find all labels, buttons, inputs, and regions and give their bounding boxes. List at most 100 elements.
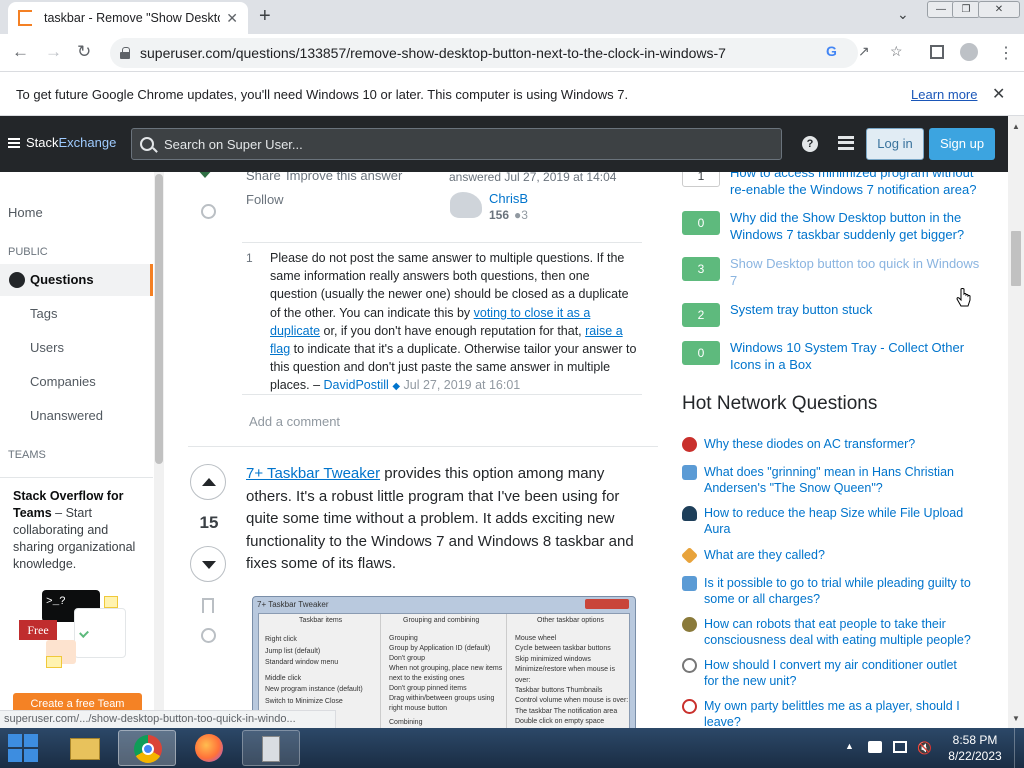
nav-companies[interactable]: Companies	[30, 374, 96, 389]
infobar-close-icon[interactable]: ✕	[992, 84, 1005, 104]
related-question-link[interactable]: Show Desktop button too quick in Windows…	[730, 255, 980, 289]
law-site-icon	[682, 576, 697, 591]
signup-button[interactable]: Sign up	[929, 128, 995, 160]
sidebar-scrollbar[interactable]	[154, 172, 164, 728]
tweaker-col2-item: Don't group pinned items	[389, 685, 467, 692]
lock-icon[interactable]	[120, 47, 130, 59]
minimize-window-button[interactable]: —	[927, 1, 955, 18]
scroll-down-icon[interactable]: ▼	[1012, 714, 1020, 723]
related-answer-count: 0	[682, 211, 720, 235]
answer-divider	[188, 446, 658, 447]
firefox-icon	[195, 734, 223, 762]
accepted-vote-arrow-icon[interactable]	[196, 172, 214, 178]
nav-tags[interactable]: Tags	[30, 306, 57, 321]
answer-body: 7+ Taskbar Tweaker provides this option …	[246, 463, 646, 576]
hnq-link[interactable]: How can robots that eat people to take t…	[704, 616, 974, 648]
taskbar-clock[interactable]: 8:58 PM 8/22/2023	[940, 732, 1010, 764]
forward-button[interactable]: →	[45, 42, 62, 62]
improve-answer-link[interactable]: Improve this answer	[286, 172, 402, 183]
site-switcher-icon[interactable]	[838, 136, 854, 150]
downvote-arrow-icon	[202, 561, 216, 569]
history-icon[interactable]	[201, 628, 216, 643]
hnq-link[interactable]: My own party belittles me as a player, s…	[704, 698, 974, 728]
add-comment-link[interactable]: Add a comment	[249, 414, 340, 429]
hnq-link[interactable]: What are they called?	[704, 547, 974, 563]
start-button[interactable]	[6, 731, 42, 765]
tab-search-chevron-icon[interactable]: ⌄	[897, 6, 909, 23]
downvote-button[interactable]	[190, 546, 226, 582]
tweaker-screenshot: 7+ Taskbar Tweaker Taskbar items Right c…	[252, 596, 636, 728]
page-scrollbar-thumb[interactable]	[1011, 231, 1021, 286]
network-icon[interactable]	[893, 741, 907, 753]
chrome-menu-icon[interactable]: ⋮	[998, 43, 1014, 63]
tweaker-col1-item: New program instance (default)	[265, 686, 363, 693]
tab-strip: taskbar - Remove "Show Desktop ✕ + ⌄ — ❐…	[0, 0, 1024, 34]
chrome-taskbar-button[interactable]	[118, 730, 176, 766]
help-icon[interactable]: ?	[802, 136, 818, 152]
share-icon[interactable]: ↗	[858, 43, 870, 60]
hnq-link[interactable]: Is it possible to go to trial while plea…	[704, 575, 974, 607]
comment-divider-bottom	[242, 394, 642, 395]
google-lens-icon[interactable]: G	[826, 43, 837, 59]
logo-stack-text: Stack	[26, 135, 59, 150]
new-tab-button[interactable]: +	[259, 5, 271, 28]
related-question-link[interactable]: Windows 10 System Tray - Collect Other I…	[730, 339, 980, 373]
nav-questions[interactable]: Questions	[0, 264, 153, 296]
tweaker-col3-list: Mouse wheel Cycle between taskbar button…	[515, 634, 629, 728]
related-question-link[interactable]: Why did the Show Desktop button in the W…	[730, 209, 980, 243]
share-link[interactable]: Share	[246, 172, 281, 183]
tweaker-col2-header: Grouping and combining	[403, 617, 480, 624]
history-icon[interactable]	[201, 204, 216, 219]
follow-link[interactable]: Follow	[246, 192, 284, 207]
volume-muted-icon[interactable]: 🔇	[917, 741, 932, 755]
bookmark-icon[interactable]	[202, 598, 214, 613]
tweaker-col1-header: Taskbar items	[299, 617, 343, 624]
firefox-taskbar-button[interactable]	[180, 730, 238, 766]
bronze-badge-count: ●3	[514, 208, 528, 222]
bookmark-star-icon[interactable]: ☆	[890, 43, 903, 60]
login-button[interactable]: Log in	[866, 128, 924, 160]
close-window-button[interactable]: ✕	[978, 1, 1020, 18]
tab-close-icon[interactable]: ✕	[226, 10, 238, 27]
browser-tab[interactable]: taskbar - Remove "Show Desktop ✕	[8, 2, 248, 34]
site-search-input[interactable]: Search on Super User...	[131, 128, 782, 160]
vote-count: 15	[199, 513, 219, 532]
tweaker-col2-item: Group by Application ID (default)	[389, 645, 491, 652]
related-question-link[interactable]: How to access minimized program without …	[730, 172, 980, 198]
user-name-link[interactable]: ChrisB	[489, 191, 528, 206]
page-scrollbar[interactable]: ▲ ▼	[1008, 116, 1024, 728]
comment-author-link[interactable]: DavidPostill	[324, 378, 389, 392]
restore-window-button[interactable]: ❐	[952, 1, 980, 18]
nav-users[interactable]: Users	[30, 340, 64, 355]
profile-avatar-icon[interactable]	[960, 43, 978, 61]
sidebar-scrollbar-thumb[interactable]	[155, 174, 163, 464]
side-panel-icon[interactable]	[930, 45, 944, 59]
related-question-link[interactable]: System tray button stuck	[730, 301, 980, 318]
url-text: superuser.com/questions/133857/remove-sh…	[140, 45, 726, 61]
windows-logo-icon	[24, 734, 38, 747]
windows-logo-icon	[24, 749, 38, 762]
action-center-flag-icon[interactable]	[868, 741, 882, 753]
tray-expand-icon[interactable]: ▲	[845, 741, 854, 751]
upvote-button[interactable]	[190, 464, 226, 500]
scroll-up-icon[interactable]: ▲	[1012, 122, 1020, 131]
nav-unanswered[interactable]: Unanswered	[30, 408, 103, 423]
show-desktop-button[interactable]	[1014, 728, 1024, 768]
hnq-link[interactable]: Why these diodes on AC transformer?	[704, 436, 974, 452]
hnq-link[interactable]: How should I convert my air conditioner …	[704, 657, 974, 689]
file-explorer-taskbar-button[interactable]	[56, 730, 114, 766]
reload-button[interactable]: ↻	[77, 42, 91, 62]
tweaker-col3-item: Double click on empty space	[515, 718, 605, 726]
clock-date: 8/22/2023	[948, 749, 1002, 763]
app-taskbar-button[interactable]	[242, 730, 300, 766]
hnq-link[interactable]: What does "grinning" mean in Hans Christ…	[704, 464, 974, 496]
learn-more-link[interactable]: Learn more	[911, 87, 977, 102]
nav-home[interactable]: Home	[8, 205, 43, 220]
user-avatar[interactable]	[450, 192, 482, 218]
url-input[interactable]: superuser.com/questions/133857/remove-sh…	[110, 38, 858, 68]
taskbar-tweaker-link[interactable]: 7+ Taskbar Tweaker	[246, 465, 380, 482]
back-button[interactable]: ←	[12, 42, 29, 62]
chrome-update-infobar: To get future Google Chrome updates, you…	[0, 72, 1024, 116]
hnq-link[interactable]: How to reduce the heap Size while File U…	[704, 505, 974, 537]
stackexchange-logo[interactable]: Stack Exchange	[8, 135, 116, 150]
